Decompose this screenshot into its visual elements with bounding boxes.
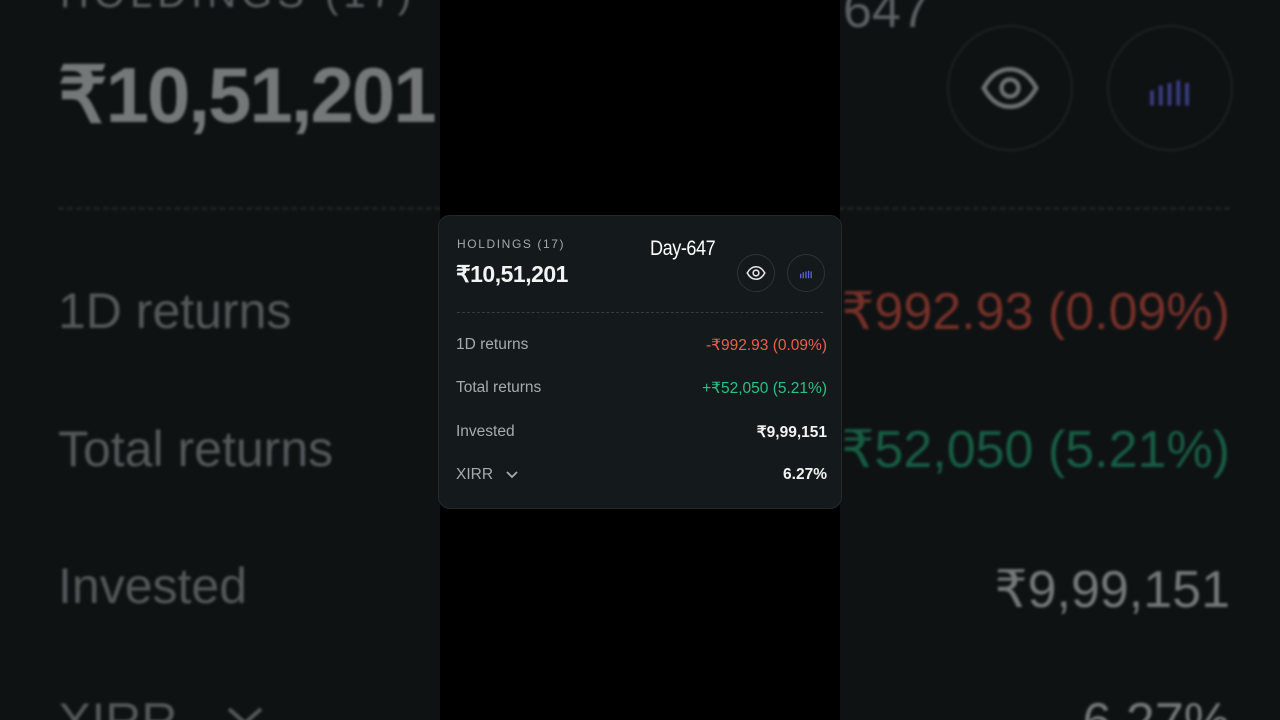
eye-icon: [746, 265, 766, 281]
row-xirr: XIRR 6.27%: [456, 465, 827, 485]
bg-row-value-total: +₹52,050 (5.21%): [840, 421, 1230, 479]
video-frame: HOLDINGS (17) ₹10,51,201 1D returns Tota…: [0, 0, 1280, 720]
bar-chart-icon: [800, 270, 812, 279]
chevron-down-icon: [505, 470, 519, 480]
card-divider: [457, 312, 823, 313]
background-left-panel: HOLDINGS (17) ₹10,51,201 1D returns Tota…: [0, 0, 440, 720]
row-value-1d-returns: -₹992.93 (0.09%): [705, 336, 827, 354]
background-right-layer: 647 -₹992.93 (0.09%) +₹52,050 (5.21%) ₹9…: [840, 0, 1280, 720]
background-left-layer: HOLDINGS (17) ₹10,51,201 1D returns Tota…: [0, 0, 440, 720]
holdings-title: HOLDINGS (17): [457, 237, 566, 251]
day-counter-overlay: Day-647: [650, 237, 716, 260]
holdings-value: ₹10,51,201: [456, 261, 568, 287]
background-right-panel: 647 -₹992.93 (0.09%) +₹52,050 (5.21%) ₹9…: [840, 0, 1280, 720]
bg-eye-button: [947, 25, 1073, 151]
bg-eye-icon: [981, 66, 1039, 110]
bg-row-label-1d: 1D returns: [58, 283, 292, 339]
row-label-total-returns: Total returns: [456, 379, 542, 396]
row-label-1d-returns: 1D returns: [456, 336, 529, 353]
holdings-card: HOLDINGS (17) ₹10,51,201 Day-647 1D retu…: [438, 215, 842, 509]
bg-bars-button: [1107, 25, 1233, 151]
bg-row-label-invested: Invested: [58, 558, 248, 614]
bg-day-fragment: 647: [843, 0, 930, 39]
analytics-button[interactable]: [787, 254, 825, 292]
bg-row-value-xirr: 6.27%: [1083, 692, 1230, 720]
row-label-invested: Invested: [456, 423, 515, 440]
row-value-total-returns: +₹52,050 (5.21%): [702, 379, 827, 397]
bg-row-value-1d: -₹992.93 (0.09%): [840, 283, 1230, 341]
row-invested: Invested ₹9,99,151: [456, 422, 827, 442]
row-value-xirr: 6.27%: [783, 466, 827, 483]
bg-holdings-title: HOLDINGS (17): [60, 0, 416, 17]
bg-row-value-invested: ₹9,99,151: [994, 561, 1231, 619]
bg-holdings-value: ₹10,51,201: [58, 51, 437, 139]
bg-divider: [58, 207, 440, 210]
toggle-visibility-button[interactable]: [737, 254, 775, 292]
row-1d-returns: 1D returns -₹992.93 (0.09%): [456, 335, 827, 355]
row-value-invested: ₹9,99,151: [756, 423, 827, 441]
row-label-xirr: XIRR: [456, 466, 494, 483]
bg-divider-right: [840, 207, 1230, 210]
bg-chevron-down-icon: [225, 705, 265, 720]
bg-row-label-total: Total returns: [58, 421, 334, 477]
bg-row-label-xirr: XIRR: [58, 692, 177, 720]
xirr-dropdown[interactable]: XIRR: [456, 466, 519, 484]
row-total-returns: Total returns +₹52,050 (5.21%): [456, 378, 827, 398]
bg-bar-chart-icon: [1150, 80, 1189, 106]
